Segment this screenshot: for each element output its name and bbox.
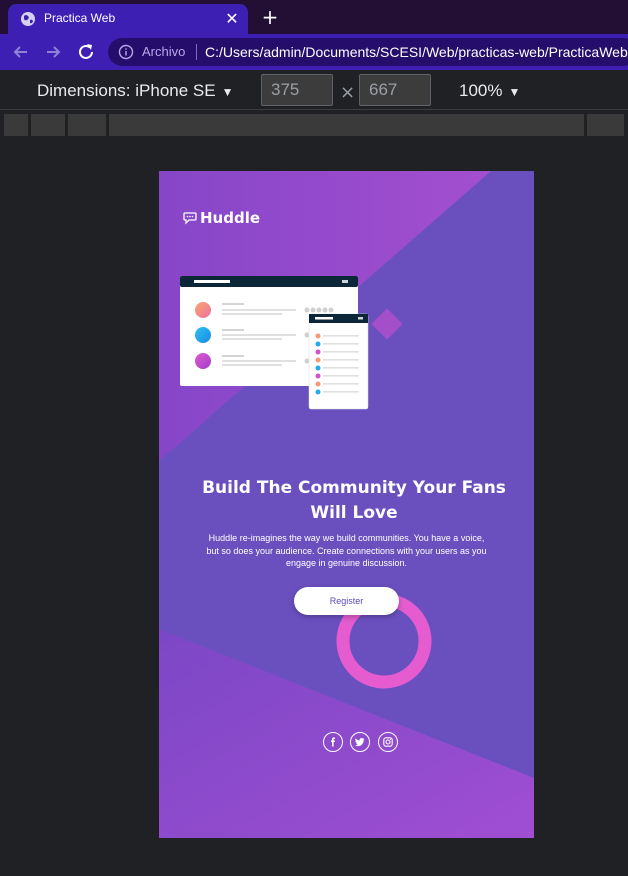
device-toolbar: Dimensions: iPhone SE ▼ 375 × 667 100% ▼ <box>0 70 628 110</box>
globe-icon <box>21 12 35 26</box>
tab-practica-web[interactable]: Practica Web ✕ <box>8 4 248 34</box>
device-select-label: Dimensions: iPhone SE <box>37 81 216 100</box>
new-tab-button[interactable]: + <box>258 6 282 28</box>
social-links <box>323 732 399 752</box>
chevron-down-icon: ▼ <box>221 85 234 99</box>
facebook-icon <box>331 737 335 747</box>
hero-description: Huddle re-imagines the way we build comm… <box>206 533 487 569</box>
back-arrow-icon[interactable] <box>10 41 32 63</box>
reload-icon[interactable] <box>75 41 97 63</box>
times-icon: × <box>340 82 356 103</box>
forward-arrow-icon[interactable] <box>42 41 64 63</box>
instagram-link[interactable] <box>378 732 398 752</box>
media-query-segment[interactable] <box>31 114 65 136</box>
url-text[interactable]: C:/Users/admin/Documents/SCESI/Web/pract… <box>205 44 628 60</box>
address-label: Archivo <box>142 44 186 59</box>
tab-title: Practica Web <box>44 11 116 25</box>
tab-bar: Practica Web ✕ + <box>0 0 628 34</box>
media-query-segment[interactable] <box>68 114 106 136</box>
info-icon[interactable] <box>118 44 134 60</box>
twitter-link[interactable] <box>350 732 370 752</box>
media-query-segment[interactable] <box>4 114 28 136</box>
media-query-bar <box>0 112 628 138</box>
browser-toolbar: Archivo C:/Users/admin/Documents/SCESI/W… <box>0 34 628 70</box>
address-separator <box>196 44 197 60</box>
height-input[interactable]: 667 <box>359 74 431 106</box>
media-query-segment[interactable] <box>587 114 624 136</box>
instagram-icon <box>383 737 393 747</box>
device-select[interactable]: Dimensions: iPhone SE ▼ <box>37 81 233 101</box>
register-button[interactable]: Register <box>294 587 399 615</box>
hero-headline: Build The Community Your Fans Will Love <box>202 478 506 523</box>
zoom-label: 100% <box>459 81 503 100</box>
width-input[interactable]: 375 <box>261 74 333 106</box>
huddle-logo[interactable]: Huddle <box>183 209 260 227</box>
address-bar[interactable]: Archivo C:/Users/admin/Documents/SCESI/W… <box>108 38 628 66</box>
zoom-select[interactable]: 100% ▼ <box>459 81 520 101</box>
facebook-link[interactable] <box>323 732 343 752</box>
device-viewport: Huddle Build The Community Your Fans Wil… <box>159 171 534 838</box>
chevron-down-icon: ▼ <box>508 85 521 99</box>
twitter-icon <box>355 738 365 747</box>
chat-bubble-icon <box>183 212 197 225</box>
app-mockup-illustration <box>180 276 402 410</box>
media-query-segment[interactable] <box>109 114 584 136</box>
logo-text: Huddle <box>200 209 261 227</box>
close-tab-icon[interactable]: ✕ <box>222 9 242 29</box>
